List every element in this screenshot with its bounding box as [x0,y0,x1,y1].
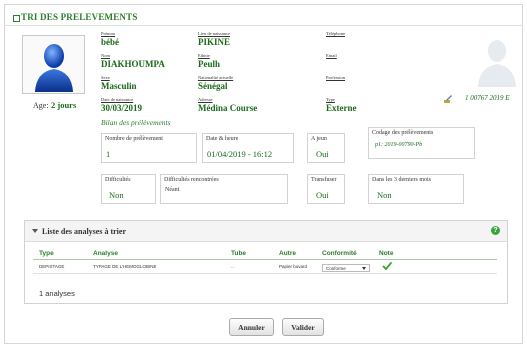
nationality-label: Nationalité actuelle [198,75,234,80]
row-analyse: TYPAGE DE L'HEMOGLOBINE [93,264,157,269]
title-bar: TRI DES PRELEVEMENTS [4,4,523,26]
date-heure-label: Date & heure [206,136,239,142]
card-nb-prelevement: Nombre de prélèvement 1 [101,133,197,163]
transfuser-label: Transfuser [311,177,337,183]
lastname-label: Nom [101,53,110,58]
patient-identifier: 1 00767 2019 E [465,94,510,102]
derniers-mois-label: Dans les 3 derniers mois [372,177,431,183]
sex-value: Masculin [101,81,137,91]
ethnie-value: Peulh [198,59,221,69]
birthdate-value: 30/03/2019 [101,103,143,113]
col-tube: Tube [231,250,247,257]
analyses-panel-title: Liste des analyses à trier [42,227,126,236]
collapse-triangle-icon[interactable] [32,229,38,233]
chevron-down-icon [362,267,366,270]
cancel-button[interactable]: Annuler [229,318,274,336]
patient-avatar [22,35,85,94]
checkmark-icon [382,262,392,271]
firstname-value: bébé [101,37,119,47]
difficultes-label: Difficultés [105,177,131,183]
codage-label: Codage des prélèvements [372,130,434,136]
a-jeun-label: A jeun [311,136,327,142]
person-silhouette-icon [478,40,516,87]
firstname-label: Prénom [101,31,115,36]
title-square-icon [13,15,20,22]
difficultes-value: Non [109,190,124,200]
validate-button[interactable]: Valider [282,318,324,336]
analyses-count: 1 analyses [39,289,75,298]
conformite-select[interactable]: Conforme [322,264,370,272]
derniers-mois-value: Non [377,190,392,200]
card-codage: Codage des prélèvements p1: 2019-00790-P… [368,127,475,159]
col-note: Note [379,250,394,257]
email-label: Email [326,53,337,58]
phone-label: Téléphone [326,31,345,36]
type-value: Externe [326,103,357,113]
row-divider [33,273,497,274]
edit-pen-icon[interactable] [443,94,453,104]
header-divider [33,259,497,260]
birthplace-label: Lieu de naissance [198,31,230,36]
nb-prelevement-label: Nombre de prélèvement [105,136,163,142]
transfuser-value: Oui [316,190,329,200]
bilan-title: Bilan des prélèvements [101,118,171,127]
card-3-derniers-mois: Dans les 3 derniers mois Non [368,174,464,204]
birthdate-label: Date de naissance [101,97,134,102]
analyses-panel: Liste des analyses à trier ? Type Analys… [24,220,508,304]
difficultes-rencontrees-value: Néant [165,187,180,193]
type-label: Type [326,97,335,102]
date-heure-value: 01/04/2019 - 16:12 [207,149,273,159]
page-title: TRI DES PRELEVEMENTS [21,12,138,22]
row-autre: Papier buvard [279,264,308,269]
row-tube: ... [231,264,235,269]
profession-label: Profession [326,75,345,80]
address-value: Médina Course [198,103,258,113]
a-jeun-value: Oui [316,149,329,159]
card-date-heure: Date & heure 01/04/2019 - 16:12 [202,133,294,163]
card-transfuser: Transfuser Oui [307,174,345,204]
photo-placeholder [467,35,525,97]
nb-prelevement-value: 1 [106,149,111,159]
card-a-jeun: A jeun Oui [307,133,345,163]
lastname-value: DIAKHOUMPA [101,59,165,69]
card-difficultes: Difficultés Non [101,174,156,204]
card-difficultes-rencontrees: Difficultés rencontrées Néant [160,174,288,204]
sex-label: Sexe [101,75,110,80]
age-label: Age: [33,101,49,110]
nationality-value: Sénégal [198,81,228,91]
birthplace-value: PIKINE [198,37,231,47]
address-label: Adresse [198,97,213,102]
person-icon [35,44,73,92]
conformite-select-value: Conforme [326,266,346,271]
col-analyse: Analyse [93,250,118,257]
row-type: DEPISTAGE [39,264,65,269]
age-value: 2 jours [51,100,77,110]
ethnie-label: Ethnie [198,53,210,58]
col-autre: Autre [279,250,296,257]
difficultes-rencontrees-label: Difficultés rencontrées [164,177,219,183]
help-icon[interactable]: ? [491,226,500,235]
col-conformite: Conformité [322,250,357,257]
analyses-panel-header[interactable]: Liste des analyses à trier ? [25,221,507,242]
col-type: Type [39,250,54,257]
codage-value: p1: 2019-00790-Pb [375,142,423,148]
